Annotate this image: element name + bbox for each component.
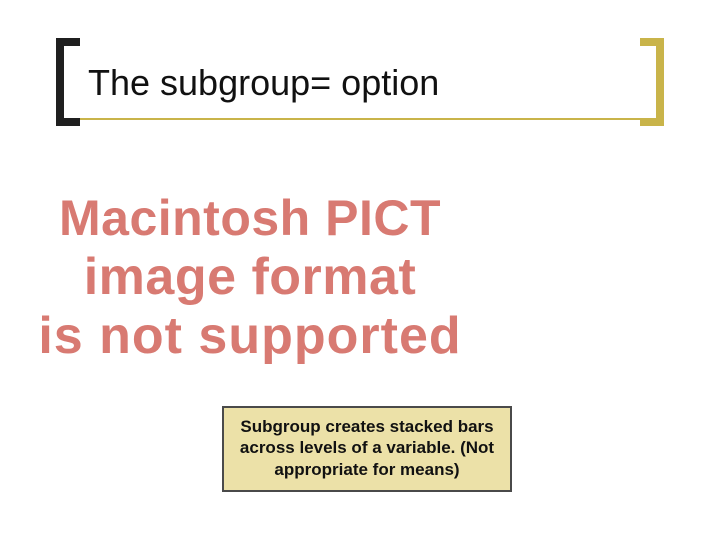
title-underline <box>80 118 640 120</box>
slide-title: The subgroup= option <box>88 62 439 104</box>
title-bracket-right <box>640 38 664 126</box>
error-line-2: image format <box>0 248 500 308</box>
image-error-message: Macintosh PICT image format is not suppo… <box>0 190 500 367</box>
error-line-3: is not supported <box>0 307 500 367</box>
caption-text: Subgroup creates stacked bars across lev… <box>240 417 494 479</box>
caption-box: Subgroup creates stacked bars across lev… <box>222 406 512 492</box>
title-bracket-left <box>56 38 80 126</box>
error-line-1: Macintosh PICT <box>0 190 500 248</box>
